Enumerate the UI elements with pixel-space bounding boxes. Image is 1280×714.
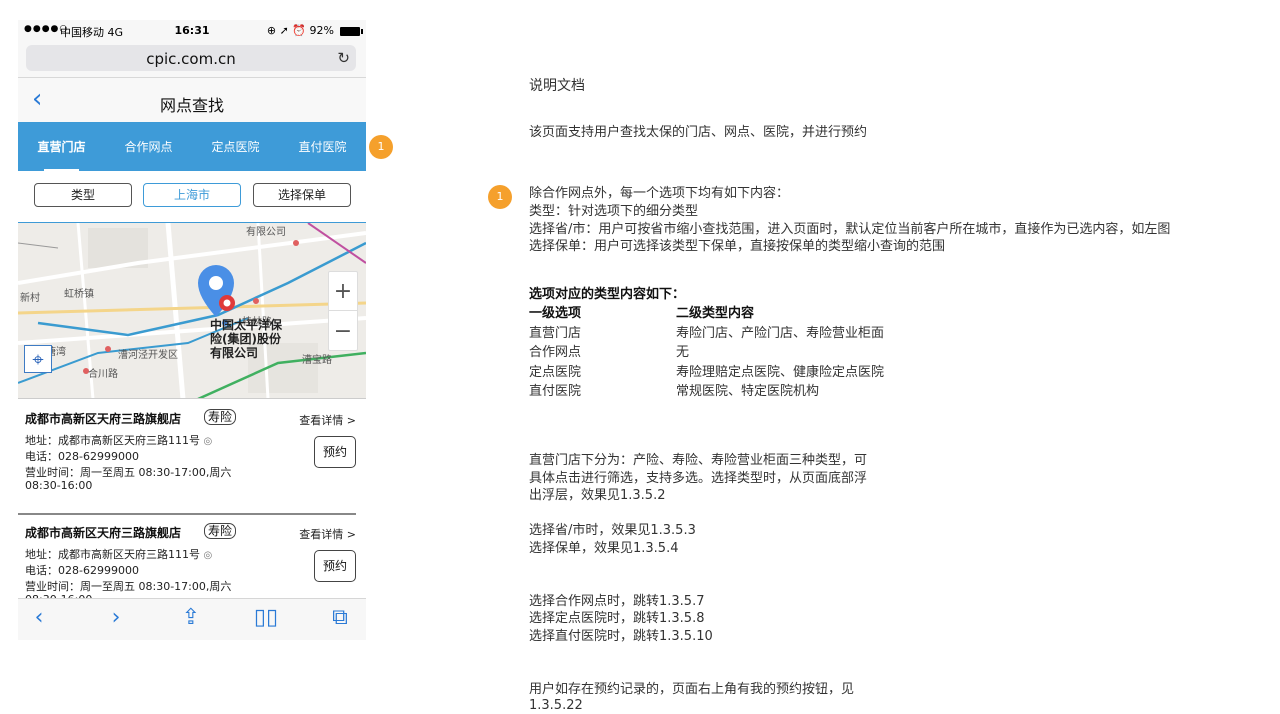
nav-bar: ‹ 网点查找 <box>18 78 366 122</box>
share-icon[interactable]: ⇪ <box>173 605 209 630</box>
doc-paragraph: 选择省/市时，效果见1.3.5.3 <box>529 523 696 538</box>
location-pin-icon[interactable]: ◎ <box>204 550 213 561</box>
store-phone[interactable]: 电话：028-62999000 <box>25 448 139 464</box>
doc-paragraph: 选择直付医院时，跳转1.3.5.10 <box>529 629 713 644</box>
type-filter-button[interactable]: 类型 <box>34 183 132 207</box>
doc-paragraph: 选择保单：用户可选择该类型下保单，直接按保单的类型缩小查询的范围 <box>529 239 946 254</box>
map-label: 合川路 <box>88 369 118 380</box>
types-cell: 无 <box>676 345 690 360</box>
tabs-icon[interactable]: ⧉ <box>322 605 358 630</box>
list-item[interactable]: 成都市高新区天府三路旗舰店 寿险 查看详情 > 地址：成都市高新区天府三路111… <box>18 400 366 515</box>
map-label: 新村 <box>20 293 40 304</box>
doc-paragraph: 出浮层，效果见1.3.5.2 <box>529 488 666 503</box>
zoom-in-button[interactable]: + <box>329 272 357 311</box>
city-filter-button[interactable]: 上海市 <box>143 183 241 207</box>
page-title: 网点查找 <box>159 96 224 115</box>
callout-badge: 1 <box>369 135 393 159</box>
view-details-link[interactable]: 查看详情 > <box>299 412 356 428</box>
types-cell: 寿险理赔定点医院、健康险定点医院 <box>676 365 885 380</box>
location-pin-icon[interactable]: ◎ <box>204 436 213 447</box>
status-bar: ●●●●○ 中国移动 4G 16:31 ⊕ ➚ ⏰ 92% <box>18 20 366 42</box>
filter-bar: 类型 上海市 选择保单 <box>18 171 366 222</box>
doc-title: 说明文档 <box>529 78 585 94</box>
map-label: 虹桥镇 <box>64 289 94 300</box>
address-bar[interactable]: cpic.com.cn ↻ <box>26 45 356 71</box>
store-address: 地址：成都市高新区天府三路111号 <box>25 434 200 447</box>
types-cell: 寿险门店、产险门店、寿险营业柜面 <box>676 326 885 341</box>
doc-paragraph: 选择定点医院时，跳转1.3.5.8 <box>529 611 705 626</box>
address-bar-area: cpic.com.cn ↻ <box>18 42 366 78</box>
types-heading: 选项对应的类型内容如下： <box>529 287 686 302</box>
reload-icon[interactable]: ↻ <box>337 49 350 67</box>
map-label: 漕河泾开发区 <box>118 350 178 361</box>
map-view[interactable]: 新村 虹桥镇 漕河泾开发区 合川路 桂林路 漕宝路 塘湾 有限公司 中国太平洋保… <box>18 223 366 399</box>
doc-paragraph: 选择省/市：用户可按省市缩小查找范围，进入页面时，默认定位当前客户所在城市，直接… <box>529 222 1171 237</box>
types-cell: 常规医院、特定医院机构 <box>676 384 820 399</box>
battery-icon <box>340 27 363 36</box>
doc-paragraph: 具体点击进行筛选，支持多选。选择类型时，从页面底部浮 <box>529 471 868 486</box>
poi-label[interactable]: 中国太平洋保险(集团)股份有限公司 <box>210 318 290 360</box>
types-header-cell: 一级选项 <box>529 306 582 321</box>
tab-direct-pay-hospitals[interactable]: 直付医院 <box>279 123 366 171</box>
category-tabs: 直营门店 合作网点 定点医院 直付医院 <box>18 123 366 171</box>
tab-direct-stores[interactable]: 直营门店 <box>18 123 105 171</box>
store-hours: 营业时间：周一至周五 08:30-17:00,周六 <box>25 466 232 479</box>
store-address-line: 地址：成都市高新区天府三路111号 ◎ <box>25 432 212 448</box>
view-details-link[interactable]: 查看详情 > <box>299 526 356 542</box>
store-hours: 营业时间：周一至周五 08:30-17:00,周六 <box>25 580 232 593</box>
status-indicators: ⊕ ➚ ⏰ 92% <box>266 24 334 37</box>
store-tag: 寿险 <box>204 523 237 539</box>
map-label: 漕宝路 <box>302 355 332 366</box>
zoom-control: + − <box>328 271 358 351</box>
types-cell: 合作网点 <box>529 345 582 360</box>
browser-toolbar: ‹ › ⇪ ▯▯ ⧉ <box>18 598 366 640</box>
store-tag: 寿险 <box>204 409 237 425</box>
doc-paragraph: 类型：针对选项下的细分类型 <box>529 204 699 219</box>
store-address: 地址：成都市高新区天府三路111号 <box>25 548 200 561</box>
url-text: cpic.com.cn <box>146 50 236 68</box>
zoom-out-button[interactable]: − <box>329 312 357 351</box>
locate-me-icon[interactable]: ⌖ <box>24 345 52 373</box>
doc-paragraph: 除合作网点外，每一个选项下均有如下内容： <box>529 186 790 201</box>
callout-badge: 1 <box>488 185 512 209</box>
tab-designated-hospitals[interactable]: 定点医院 <box>192 123 279 171</box>
types-cell: 直付医院 <box>529 384 582 399</box>
book-button[interactable]: 预约 <box>314 436 356 468</box>
policy-filter-button[interactable]: 选择保单 <box>253 183 351 207</box>
types-cell: 定点医院 <box>529 365 582 380</box>
map-label: 有限公司 <box>246 227 286 238</box>
bookmarks-icon[interactable]: ▯▯ <box>248 605 284 630</box>
map-roads <box>18 223 366 398</box>
doc-paragraph: 选择合作网点时，跳转1.3.5.7 <box>529 594 705 609</box>
phone-mockup: ●●●●○ 中国移动 4G 16:31 ⊕ ➚ ⏰ 92% cpic.com.c… <box>18 20 366 640</box>
store-hours-cont: 08:30-16:00 <box>25 479 93 492</box>
doc-intro: 该页面支持用户查找太保的门店、网点、医院，并进行预约 <box>529 125 868 140</box>
store-name: 成都市高新区天府三路旗舰店 <box>25 412 182 426</box>
browser-forward-icon[interactable]: › <box>98 605 134 630</box>
store-address-line: 地址：成都市高新区天府三路111号 ◎ <box>25 546 212 562</box>
store-phone[interactable]: 电话：028-62999000 <box>25 562 139 578</box>
doc-paragraph: 选择保单，效果见1.3.5.4 <box>529 541 679 556</box>
store-list: 成都市高新区天府三路旗舰店 寿险 查看详情 > 地址：成都市高新区天府三路111… <box>18 400 366 606</box>
types-cell: 直营门店 <box>529 326 582 341</box>
doc-paragraph: 1.3.5.22 <box>529 698 583 713</box>
browser-back-icon[interactable]: ‹ <box>21 605 57 630</box>
types-header-cell: 二级类型内容 <box>676 306 755 321</box>
store-name: 成都市高新区天府三路旗舰店 <box>25 526 182 540</box>
book-button[interactable]: 预约 <box>314 550 356 582</box>
doc-paragraph: 直营门店下分为：产险、寿险、寿险营业柜面三种类型，可 <box>529 453 868 468</box>
tab-partner-outlets[interactable]: 合作网点 <box>105 123 192 171</box>
